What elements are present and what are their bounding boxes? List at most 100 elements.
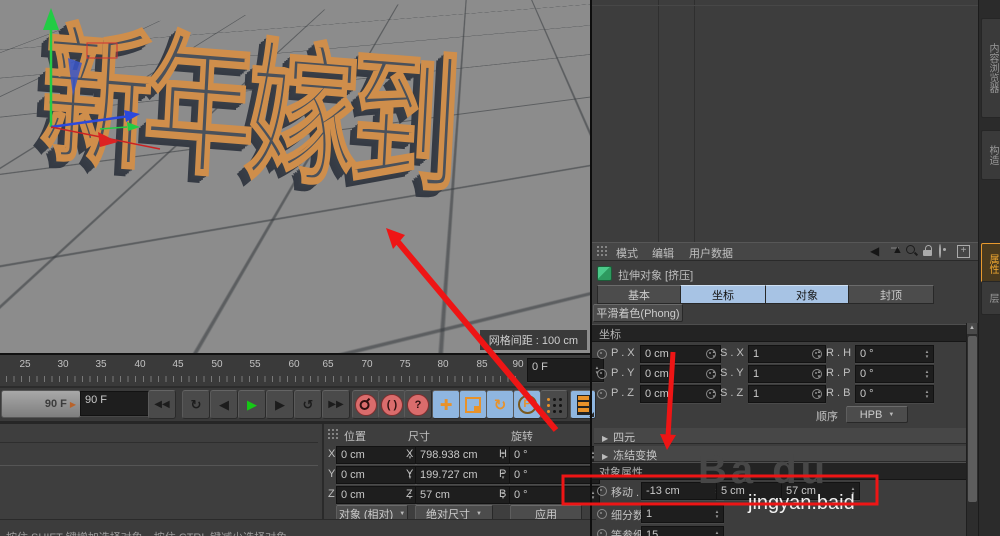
reverse-play-button[interactable]: ↺ — [294, 390, 322, 419]
ruler-tick: 75 — [399, 359, 410, 370]
keyframe-circle-icon[interactable] — [597, 349, 607, 359]
keyframe-circle-icon[interactable] — [706, 369, 716, 379]
size-y-field[interactable]: 199.727 cm — [415, 466, 510, 484]
tab-object[interactable]: 对象 — [765, 285, 849, 304]
scroll-up-arrow-icon[interactable]: ▲ — [967, 323, 977, 334]
scrollbar-thumb[interactable] — [968, 336, 977, 502]
tab-structure[interactable]: 构造 — [981, 130, 1000, 180]
param-label: R . H — [826, 347, 851, 359]
axis-label: H — [499, 448, 507, 460]
z-axis-arrow-icon[interactable] — [124, 110, 140, 122]
range-end-field[interactable]: 0 F — [527, 358, 604, 382]
rotate-icon: ↻ — [494, 396, 507, 414]
keyframe-circle-icon[interactable] — [706, 349, 716, 359]
position-x-field[interactable]: 0 cm — [336, 446, 417, 464]
tab-coordinates[interactable]: 坐标 — [680, 285, 766, 304]
timeline-dope-sheet-area[interactable] — [592, 0, 978, 242]
question-icon: ? — [407, 394, 429, 416]
selection-wireframe — [87, 43, 117, 58]
keyframe-circle-icon[interactable] — [597, 369, 607, 379]
play-button[interactable]: ▶ — [238, 390, 266, 419]
coordinates-section-header[interactable]: 坐标 — [592, 324, 973, 342]
material-manager-area[interactable] — [0, 424, 320, 520]
ruler-tick: 65 — [322, 359, 333, 370]
ruler-tick: 90 — [512, 359, 523, 370]
param-label: S . X — [720, 347, 744, 359]
c4d-window: 新年嫁到 网格间距 : 100 cm 25 30 35 40 45 50 — [0, 0, 1000, 536]
scroll-up-icon[interactable]: ▲ — [892, 244, 903, 256]
position-z-field[interactable]: 0 cm — [336, 486, 417, 504]
size-z-field[interactable]: 57 cm — [415, 486, 510, 504]
keyframe-circle-icon[interactable] — [597, 509, 607, 519]
param-label: R . B — [826, 387, 850, 399]
position-y-field[interactable]: 0 cm — [336, 466, 417, 484]
param-label: S . Y — [720, 367, 744, 379]
target-icon[interactable] — [939, 244, 941, 258]
ruler-tick: 30 — [57, 359, 68, 370]
key-icon — [356, 395, 376, 415]
panel-grip-icon[interactable] — [327, 428, 340, 441]
quaternion-group-row[interactable]: ▶四元 — [594, 428, 972, 444]
history-back-icon[interactable]: ◀ — [870, 244, 879, 258]
keyframe-circle-icon[interactable] — [597, 486, 607, 496]
rh-field[interactable]: 0 ° — [855, 345, 934, 363]
new-panel-icon[interactable]: + — [957, 245, 970, 258]
keyframe-circle-icon[interactable] — [706, 389, 716, 399]
next-frame-button[interactable]: ▶ — [266, 390, 294, 419]
attribute-scrollbar[interactable]: ▲ — [966, 323, 978, 536]
attribute-toolbar: 模式 编辑 用户数据 ◀ ▲ + — [592, 242, 978, 261]
play-backwards-button[interactable]: ↻ — [182, 390, 210, 419]
keyframe-circle-icon[interactable] — [812, 349, 822, 359]
record-parameter-toggle[interactable]: P — [513, 390, 541, 419]
timeline-ruler[interactable]: 25 30 35 40 45 50 55 60 65 70 75 80 85 9… — [0, 355, 590, 388]
extrude-object-icon[interactable] — [597, 266, 612, 281]
menu-edit[interactable]: 编辑 — [652, 245, 674, 261]
order-dropdown[interactable]: HPB — [846, 406, 908, 423]
rotation-b-field[interactable]: 0 ° — [509, 486, 600, 504]
point-level-animation-toggle[interactable] — [540, 390, 568, 419]
tab-basic[interactable]: 基本 — [597, 285, 681, 304]
goto-end-button[interactable]: ▶▶ — [322, 390, 350, 419]
y-axis-arrow-icon[interactable] — [43, 8, 59, 30]
loop-icon: ↻ — [191, 397, 202, 413]
tab-content-browser[interactable]: 内容浏览器 — [981, 18, 1000, 118]
record-position-toggle[interactable]: ✚ — [432, 390, 460, 419]
size-x-field[interactable]: 798.938 cm — [415, 446, 510, 464]
rb-field[interactable]: 0 ° — [855, 385, 934, 403]
goto-start-button[interactable]: ◀◀ — [148, 390, 176, 419]
record-scale-toggle[interactable] — [459, 390, 487, 419]
transport-bar: 90 F▶ 90 F ◀◀ ↻ ◀ ▶ ▶ ↺ ▶▶ ( ) ? ✚ ↻ P — [0, 388, 590, 421]
menu-mode[interactable]: 模式 — [616, 245, 638, 261]
record-rotation-toggle[interactable]: ↻ — [486, 390, 514, 419]
size-header: 尺寸 — [408, 428, 430, 444]
rotation-p-field[interactable]: 0 ° — [509, 466, 600, 484]
tab-caps[interactable]: 封顶 — [848, 285, 934, 304]
timeline-slider-handle[interactable]: 90 F▶ — [1, 390, 81, 418]
keyframe-circle-icon[interactable] — [812, 369, 822, 379]
rp-field[interactable]: 0 ° — [855, 365, 934, 383]
rotation-h-field[interactable]: 0 ° — [509, 446, 600, 464]
axis-gizmo[interactable] — [0, 0, 590, 353]
play-icon: ▶ — [247, 397, 257, 413]
scale-icon — [465, 397, 481, 413]
record-keyframe-button[interactable] — [352, 390, 380, 419]
panel-grip-icon[interactable] — [596, 245, 609, 258]
keyframe-circle-icon[interactable] — [597, 529, 607, 536]
keyframe-selection-button[interactable] — [570, 390, 596, 419]
keyframe-help-button[interactable]: ? — [404, 390, 432, 419]
next-frame-icon: ▶ — [275, 397, 285, 413]
ruler-tick: 60 — [288, 359, 299, 370]
subdivision-field[interactable]: 1 — [641, 505, 724, 523]
keyframe-circle-icon[interactable] — [812, 389, 822, 399]
tab-layers[interactable]: 层 — [981, 281, 1000, 315]
menu-userdata[interactable]: 用户数据 — [689, 245, 733, 261]
tab-attributes[interactable]: 属性 — [981, 243, 1000, 285]
previous-frame-button[interactable]: ◀ — [210, 390, 238, 419]
z-axis-plane-icon — [68, 58, 82, 96]
viewport-3d[interactable]: 新年嫁到 网格间距 : 100 cm — [0, 0, 590, 356]
param-label: P . X — [611, 347, 635, 359]
keyframe-circle-icon[interactable] — [597, 389, 607, 399]
iso-field[interactable]: 15 — [641, 526, 724, 536]
autokey-button[interactable]: ( ) — [378, 390, 406, 419]
phong-tag-button[interactable]: 平滑着色(Phong) — [593, 304, 683, 322]
